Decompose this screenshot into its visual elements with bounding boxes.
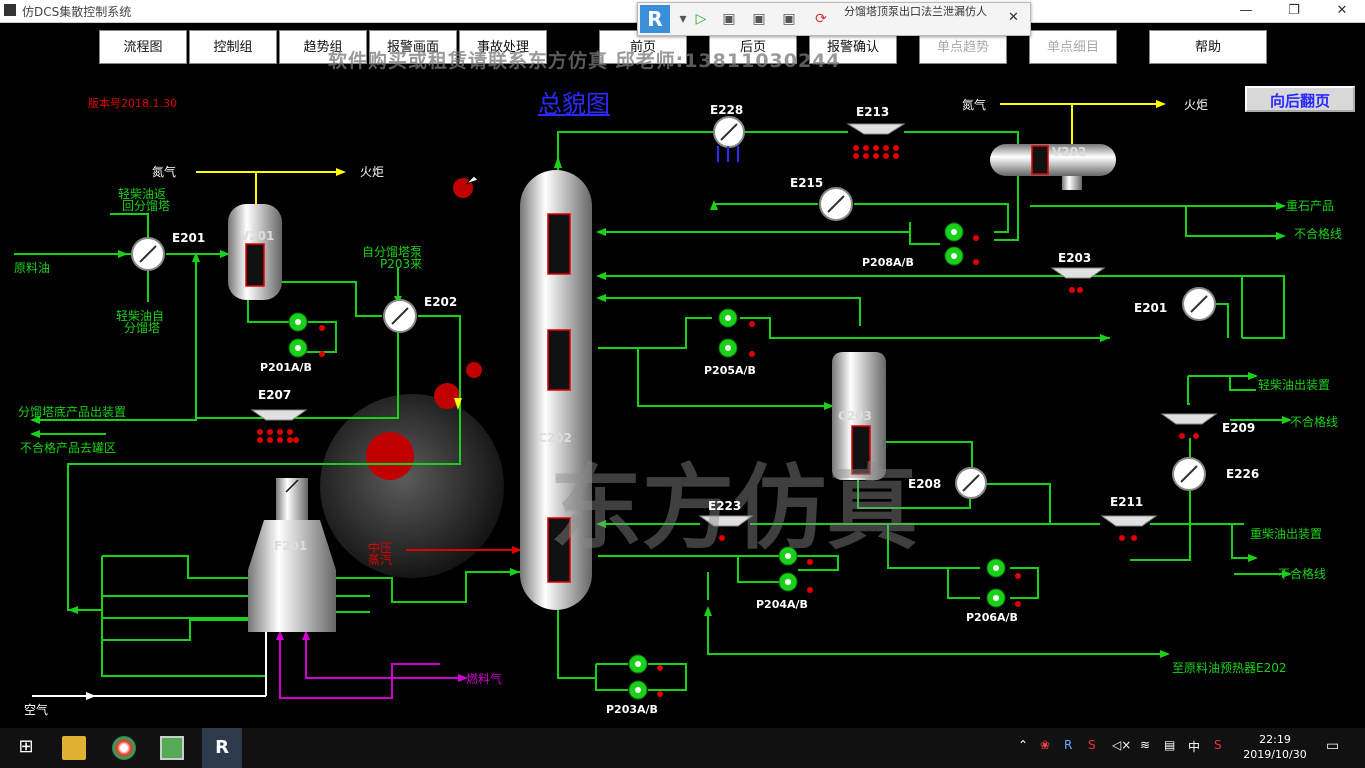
network-icon[interactable]: ≋: [1140, 738, 1150, 752]
label-from-p203-2: P203来: [380, 257, 422, 271]
app-grid-icon[interactable]: [160, 736, 184, 760]
version-label: 版本号2018.1.30: [88, 97, 177, 110]
label-p204: P204A/B: [756, 598, 808, 611]
label-c203: C203: [838, 409, 872, 423]
label-e201-left: E201: [172, 231, 205, 245]
window-title: 仿DCS集散控制系统: [22, 5, 132, 19]
label-heavy-diesel-out: 重柴油出装置: [1250, 527, 1322, 541]
label-light-diesel-from-1: 轻柴油自: [116, 309, 164, 323]
snapshot-save-icon[interactable]: ▣: [748, 9, 770, 29]
snapshot-load-icon[interactable]: ▣: [778, 9, 800, 29]
volume-icon[interactable]: ◁×: [1112, 738, 1131, 752]
r-app-taskbar-icon[interactable]: R: [202, 728, 242, 768]
label-from-p203-1: 自分馏塔泵: [362, 245, 422, 259]
refresh-icon[interactable]: ⟳: [810, 9, 832, 29]
taskbar: ⊞ R ⌃ ❀ R S ◁× ≋ ▤ 中 S 22:19 2019/10/30 …: [0, 728, 1365, 768]
label-v202: V202: [1052, 145, 1086, 159]
tray-gift-icon[interactable]: ❀: [1040, 738, 1050, 752]
label-medium-steam-1: 中压: [368, 540, 392, 555]
tray-chevron-icon[interactable]: ⌃: [1018, 738, 1028, 752]
r-logo-icon[interactable]: R: [640, 5, 670, 33]
label-e211: E211: [1110, 495, 1143, 509]
label-f201: F201: [274, 539, 307, 553]
app-icon: [4, 4, 16, 16]
tray-sogou-icon[interactable]: S: [1214, 738, 1222, 752]
label-p208: P208A/B: [862, 256, 914, 269]
label-light-diesel-return-2: 回分馏塔: [122, 199, 170, 213]
close-button[interactable]: ✕: [1319, 0, 1365, 22]
label-e209: E209: [1222, 421, 1255, 435]
label-offspec-1: 不合格线: [1294, 226, 1342, 241]
label-air: 空气: [24, 702, 48, 717]
file-explorer-icon[interactable]: [62, 736, 86, 760]
label-e228: E228: [710, 103, 743, 117]
label-p201: P201A/B: [260, 361, 312, 374]
label-e213: E213: [856, 105, 889, 119]
label-e201-right: E201: [1134, 301, 1167, 315]
clock-time: 22:19: [1259, 733, 1291, 746]
label-p206: P206A/B: [966, 611, 1018, 624]
watermark-brand: 东方仿真: [550, 455, 918, 562]
label-medium-steam-2: 蒸汽: [368, 552, 392, 567]
label-light-diesel-out: 轻柴油出装置: [1258, 378, 1330, 392]
floating-toolbar: R ▾ ▷ ▣ ▣ ▣ ⟳ 分馏塔顶泵出口法兰泄漏仿人 ✕: [637, 2, 1031, 36]
play-icon[interactable]: ▷: [690, 9, 712, 29]
label-e223: E223: [708, 499, 741, 513]
label-e215: E215: [790, 176, 823, 190]
label-offspec-2: 不合格线: [1290, 414, 1338, 429]
label-to-preheater: 至原料油预热器E202: [1172, 661, 1287, 675]
notification-icon[interactable]: ▭: [1326, 738, 1339, 754]
menu-help[interactable]: 帮助: [1149, 30, 1267, 64]
label-bottom-product: 分馏塔底产品出装置: [18, 404, 126, 419]
label-fuel-gas: 燃料气: [466, 671, 502, 686]
label-light-diesel-from-2: 分馏塔: [124, 321, 160, 335]
label-e203: E203: [1058, 251, 1091, 265]
tray-r-icon[interactable]: R: [1064, 738, 1072, 752]
label-flare-left: 火炬: [360, 165, 384, 179]
watermark-contact: 软件购买或租赁请联系东方仿真 邱老师:13811030244: [328, 50, 841, 72]
label-e208: E208: [908, 477, 941, 491]
label-c202: C202: [538, 431, 572, 445]
back-page-button[interactable]: 向后翻页: [1245, 86, 1355, 112]
label-offspec-3: 不合格线: [1278, 566, 1326, 581]
label-flare-top: 火炬: [1184, 98, 1208, 112]
menu-flowchart[interactable]: 流程图: [99, 30, 187, 64]
menu-point-detail[interactable]: 单点细目: [1029, 30, 1117, 64]
snapshot-icon[interactable]: ▣: [718, 9, 740, 29]
label-feed-oil: 原料油: [14, 261, 50, 275]
label-nitrogen-top: 氮气: [962, 97, 986, 112]
label-e207: E207: [258, 388, 291, 402]
menu-control-group[interactable]: 控制组: [189, 30, 277, 64]
label-p205: P205A/B: [704, 364, 756, 377]
restore-button[interactable]: ❐: [1271, 0, 1317, 22]
tray-s-icon[interactable]: S: [1088, 738, 1096, 752]
label-v201: V201: [240, 229, 274, 243]
minimize-button[interactable]: —: [1223, 0, 1269, 22]
label-e202: E202: [424, 295, 457, 309]
label-offspec-tank: 不合格产品去罐区: [20, 440, 116, 455]
label-light-diesel-return-1: 轻柴油返: [118, 187, 166, 201]
label-p203: P203A/B: [606, 703, 658, 716]
clock[interactable]: 22:19 2019/10/30: [1240, 732, 1310, 762]
label-e226: E226: [1226, 467, 1259, 481]
windows-start-icon[interactable]: ⊞: [14, 736, 38, 760]
label-heavy-naphtha: 重石产品: [1286, 199, 1334, 213]
fault-description: 分馏塔顶泵出口法兰泄漏仿人: [844, 5, 987, 18]
label-nitrogen-left: 氮气: [152, 164, 176, 179]
clock-date: 2019/10/30: [1243, 748, 1307, 761]
process-diagram: 东方仿真 E228 E213 V202 E215 P208A/B E203 E2…: [14, 97, 1342, 717]
keyboard-icon[interactable]: ▤: [1164, 738, 1175, 752]
ime-indicator[interactable]: 中: [1188, 738, 1200, 755]
floatbar-close-icon[interactable]: ✕: [1008, 10, 1019, 25]
page-title: 总貌图: [538, 90, 610, 118]
browser-icon[interactable]: [112, 736, 136, 760]
